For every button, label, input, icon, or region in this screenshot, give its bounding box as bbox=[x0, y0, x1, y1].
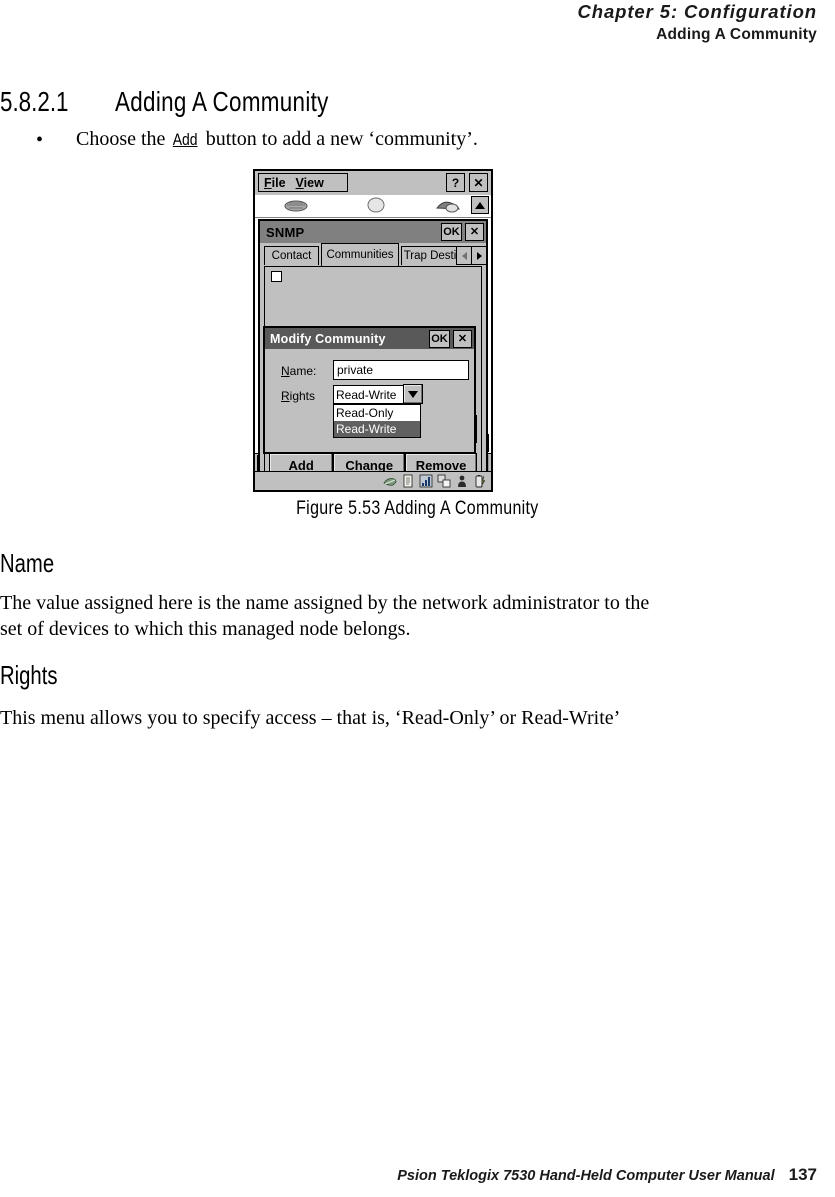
modify-dialog-title: Modify Community bbox=[270, 331, 386, 346]
footer-page-number: 137 bbox=[788, 1165, 817, 1184]
help-button[interactable]: ? bbox=[446, 173, 465, 192]
tab-communities[interactable]: Communities bbox=[321, 243, 399, 266]
snmp-window-title: SNMP bbox=[266, 224, 305, 240]
page-footer: Psion Teklogix 7530 Hand-Held Computer U… bbox=[0, 1165, 817, 1185]
storage-manager-desktop-icon[interactable] bbox=[363, 197, 389, 214]
figure-image: SNMP Storage Manager Stylus File View ? … bbox=[253, 169, 493, 492]
document-icon[interactable] bbox=[401, 474, 415, 488]
rights-option-read-write[interactable]: Read-Write bbox=[334, 421, 420, 437]
subheading-name: Name bbox=[0, 548, 55, 578]
bullet-text-before: Choose the bbox=[76, 128, 171, 150]
figure-caption: Figure 5.53 Adding A Community bbox=[296, 498, 539, 519]
checkbox-icon[interactable] bbox=[271, 271, 282, 282]
footer-manual-title: Psion Teklogix 7530 Hand-Held Computer U… bbox=[397, 1168, 775, 1184]
tab-next-button[interactable] bbox=[471, 246, 487, 265]
rights-dropdown-list[interactable]: Read-Only Read-Write bbox=[333, 404, 421, 438]
name-label: Name: bbox=[281, 364, 317, 378]
chevron-down-icon[interactable] bbox=[403, 384, 423, 404]
tab-contact[interactable]: Contact bbox=[264, 246, 319, 265]
snmp-window: SNMP OK ✕ Contact Communities Trap Desti… bbox=[258, 219, 488, 490]
paragraph-rights: This menu allows you to specify access –… bbox=[0, 707, 621, 729]
bullet-item: • Choose the Add button to add a new ‘co… bbox=[36, 126, 656, 153]
menu-item-file[interactable]: File bbox=[264, 176, 286, 190]
bullet-text-after: button to add a new ‘community’. bbox=[200, 128, 478, 150]
subheading-rights: Rights bbox=[0, 660, 58, 690]
user-icon[interactable] bbox=[455, 474, 469, 488]
tab-prev-button[interactable] bbox=[456, 246, 472, 265]
menu-item-view[interactable]: View bbox=[296, 176, 324, 190]
signal-strength-icon[interactable] bbox=[419, 474, 433, 488]
rights-option-read-only[interactable]: Read-Only bbox=[334, 405, 420, 421]
device-screen: SNMP Storage Manager Stylus File View ? … bbox=[253, 169, 493, 492]
triangle-right-icon bbox=[476, 251, 482, 260]
battery-charging-icon[interactable] bbox=[473, 474, 487, 488]
modify-dialog-titlebar: Modify Community OK ✕ bbox=[265, 328, 474, 349]
snmp-checkbox-row[interactable] bbox=[271, 271, 282, 282]
snmp-desktop-icon[interactable] bbox=[283, 197, 309, 214]
copy-icon[interactable] bbox=[437, 474, 451, 488]
page-title: 5.8.2.1 Adding A Community bbox=[0, 86, 640, 118]
modify-community-dialog: Modify Community OK ✕ Name: private Righ… bbox=[263, 326, 476, 454]
rights-combobox[interactable]: Read-Write bbox=[333, 385, 405, 404]
triangle-up-icon bbox=[475, 201, 485, 209]
rights-label: Rights bbox=[281, 389, 316, 403]
menu-group: File View bbox=[258, 173, 348, 192]
snmp-close-icon[interactable]: ✕ bbox=[465, 223, 484, 241]
bullet-ui-term: Add bbox=[173, 130, 198, 149]
modify-close-icon[interactable]: ✕ bbox=[453, 330, 472, 348]
section-number: 5.8.2.1 bbox=[0, 86, 69, 117]
device-taskbar bbox=[255, 471, 491, 490]
header-section: Adding A Community bbox=[656, 26, 817, 43]
desktop-icon-strip bbox=[255, 195, 491, 218]
name-input[interactable]: private bbox=[333, 360, 469, 380]
page-header: Chapter 5: Configuration Adding A Commun… bbox=[578, 0, 817, 45]
device-menubar: File View ? ✕ bbox=[255, 171, 491, 196]
section-title: Adding A Community bbox=[115, 86, 329, 117]
bullet-text: Choose the Add button to add a new ‘comm… bbox=[76, 126, 656, 153]
snmp-titlebar: SNMP OK ✕ bbox=[260, 221, 486, 243]
bullet-marker: • bbox=[36, 129, 44, 151]
stylus-desktop-icon[interactable] bbox=[435, 197, 461, 214]
header-chapter: Chapter 5: Configuration bbox=[577, 1, 817, 22]
network-connection-icon[interactable] bbox=[383, 474, 397, 488]
paragraph-name: The value assigned here is the name assi… bbox=[0, 592, 650, 640]
scroll-up-button[interactable] bbox=[471, 196, 489, 214]
snmp-tabstrip: Contact Communities Trap Desti bbox=[260, 243, 487, 266]
triangle-left-icon bbox=[461, 251, 467, 260]
tab-trap-destination[interactable]: Trap Desti bbox=[401, 246, 459, 265]
close-icon[interactable]: ✕ bbox=[469, 173, 488, 192]
snmp-ok-button[interactable]: OK bbox=[441, 223, 462, 241]
modify-ok-button[interactable]: OK bbox=[429, 330, 450, 348]
